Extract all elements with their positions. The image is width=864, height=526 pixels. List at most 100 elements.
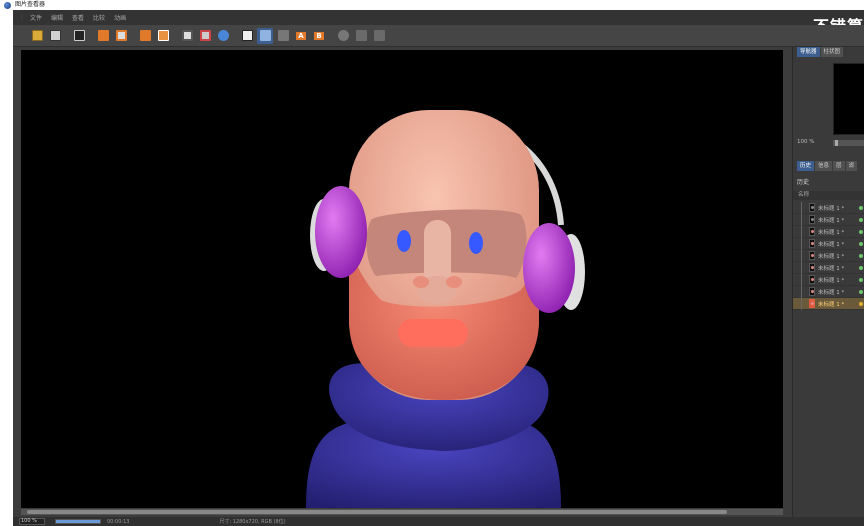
thumbnail-dot <box>811 266 814 269</box>
menu-animation[interactable]: 动画 <box>114 13 126 22</box>
left-headphone-cup <box>315 186 367 278</box>
menu-file[interactable]: 文件 <box>30 13 42 22</box>
open-folder-icon <box>31 30 43 41</box>
tab-histogram[interactable]: 柱状图 <box>820 47 844 57</box>
b-icon: B <box>314 31 324 40</box>
history-thumbnail <box>809 239 815 248</box>
render-settings-button[interactable] <box>113 28 129 44</box>
history-row-label: 未标题 1 * <box>818 277 845 284</box>
history-row-label: 未标题 1 * <box>818 301 845 308</box>
snapshot-button[interactable] <box>71 28 87 44</box>
tab-info[interactable]: 信息 <box>815 161 833 171</box>
history-row-label: 未标题 1 * <box>818 217 845 224</box>
mouth <box>398 319 468 347</box>
split-button[interactable] <box>275 28 291 44</box>
menu-edit[interactable]: 编辑 <box>51 13 63 22</box>
thumbnail-dot <box>811 242 814 245</box>
a-button[interactable]: A <box>293 28 309 44</box>
history-tabs: 历史 信息 层 滤 <box>797 161 858 171</box>
render-viewport[interactable] <box>21 50 783 508</box>
history-thumbnail <box>809 287 815 296</box>
histogram-button[interactable] <box>371 28 387 44</box>
status-dot-icon <box>859 217 863 222</box>
copy-button[interactable] <box>137 28 153 44</box>
tree-line <box>801 262 802 274</box>
history-thumbnail <box>809 251 815 260</box>
status-bar: 100 % 00:00:13 尺寸: 1280x720, RGB (8位) <box>13 517 864 526</box>
picture-viewer-window: ⋮ 文件 编辑 查看 比较 动画 不错算 A B <box>13 10 864 526</box>
window-titlebar: 图片查看器 <box>0 0 864 10</box>
history-row[interactable]: 未标题 1 * <box>793 214 864 226</box>
navigator-zoom-value: 100 % <box>797 139 815 145</box>
menu-compare[interactable]: 比较 <box>93 13 105 22</box>
copy-icon <box>139 30 151 41</box>
history-thumbnail <box>809 215 815 224</box>
render-region-button[interactable] <box>95 28 111 44</box>
tree-line <box>801 238 802 250</box>
frame-icon <box>181 30 193 41</box>
history-row[interactable]: 未标题 1 * <box>793 298 864 310</box>
render-image <box>306 110 585 508</box>
tree-line <box>801 202 802 214</box>
save-button[interactable] <box>47 28 63 44</box>
paste-button[interactable] <box>155 28 171 44</box>
frame-button[interactable] <box>179 28 195 44</box>
open-folder-button[interactable] <box>29 28 45 44</box>
right-side-panel: 导航器 柱状图 100 % 历史 信息 层 滤 历史 名称 未标题 1 * 未标题… <box>792 47 864 517</box>
frame-alt-icon <box>199 30 211 41</box>
left-eye <box>397 230 411 252</box>
tab-filter[interactable]: 滤 <box>845 161 858 171</box>
menubar: ⋮ 文件 编辑 查看 比较 动画 不错算 <box>13 10 864 36</box>
grid-button[interactable] <box>257 27 273 44</box>
render-region-icon <box>97 30 109 41</box>
zoom-field[interactable]: 100 % <box>19 518 45 525</box>
column-header-name: 名称 <box>793 191 864 200</box>
save-icon <box>49 30 61 41</box>
refresh-button[interactable] <box>335 28 351 44</box>
frame-alt-button[interactable] <box>197 28 213 44</box>
mustache-left <box>413 276 429 288</box>
horizontal-scrollbar[interactable] <box>21 509 783 515</box>
navigator-zoom-slider[interactable] <box>833 140 864 146</box>
history-list: 未标题 1 * 未标题 1 * 未标题 1 * 未标题 1 * 未标题 1 * 未标题 1… <box>793 202 864 310</box>
image-info: 尺寸: 1280x720, RGB (8位) <box>219 519 286 525</box>
tree-line <box>801 274 802 286</box>
histogram-icon <box>373 30 385 41</box>
tab-navigator[interactable]: 导航器 <box>797 47 820 57</box>
history-row[interactable]: 未标题 1 * <box>793 238 864 250</box>
ab-compare-icon <box>241 30 253 41</box>
history-thumbnail <box>809 275 815 284</box>
history-row-label: 未标题 1 * <box>818 241 845 248</box>
camera-icon <box>73 30 85 41</box>
navigator-preview[interactable] <box>833 63 864 135</box>
right-eye <box>469 232 483 254</box>
tab-layers[interactable]: 层 <box>833 161 845 171</box>
tree-line <box>801 286 802 298</box>
b-button[interactable]: B <box>311 28 327 44</box>
history-row-label: 未标题 1 * <box>818 253 845 260</box>
history-row[interactable]: 未标题 1 * <box>793 226 864 238</box>
history-row[interactable]: 未标题 1 * <box>793 274 864 286</box>
scrollbar-thumb[interactable] <box>27 510 727 514</box>
history-title: 历史 <box>797 179 810 186</box>
progress-fill <box>56 520 100 523</box>
history-row[interactable]: 未标题 1 * <box>793 286 864 298</box>
history-row[interactable]: 未标题 1 * <box>793 202 864 214</box>
history-row[interactable]: 未标题 1 * <box>793 250 864 262</box>
history-thumbnail <box>809 299 815 308</box>
slider-knob[interactable] <box>835 140 838 146</box>
history-row-label: 未标题 1 * <box>818 205 845 212</box>
window-title: 图片查看器 <box>15 1 46 8</box>
menu-view[interactable]: 查看 <box>72 13 84 22</box>
app-logo-icon <box>4 1 11 9</box>
a-icon: A <box>296 31 306 40</box>
thumbnail-dot <box>811 290 814 293</box>
palette-button[interactable] <box>215 28 231 44</box>
history-row[interactable]: 未标题 1 * <box>793 262 864 274</box>
tab-history[interactable]: 历史 <box>797 161 815 171</box>
mustache-right <box>446 276 462 288</box>
columns-button[interactable] <box>353 28 369 44</box>
ab-compare-button[interactable] <box>239 28 255 44</box>
tree-line <box>801 298 802 310</box>
paste-icon <box>157 30 169 41</box>
